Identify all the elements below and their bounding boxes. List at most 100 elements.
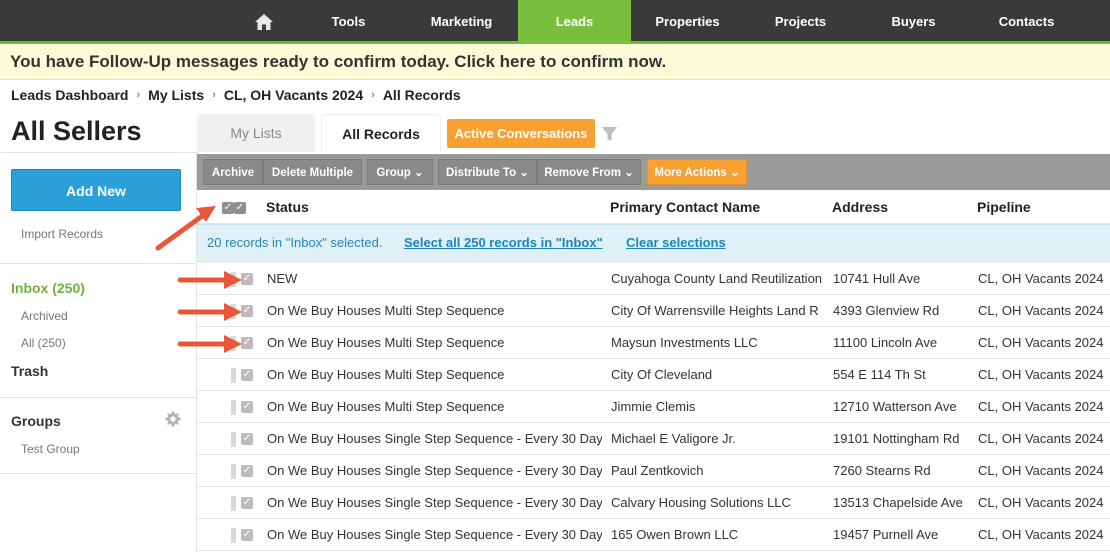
- clear-selections-link[interactable]: Clear selections: [626, 225, 726, 261]
- nav-buyers[interactable]: Buyers: [857, 0, 970, 44]
- nav-contacts[interactable]: Contacts: [970, 0, 1083, 44]
- sidebar-divider: [0, 263, 196, 264]
- cell-status: NEW: [267, 271, 298, 286]
- cell-pipeline: CL, OH Vacants 2024: [978, 335, 1104, 350]
- table-row[interactable]: ✓ NEW Cuyahoga County Land Reutilization 10…: [197, 263, 1110, 295]
- archive-button[interactable]: Archive: [203, 159, 263, 185]
- cell-status: On We Buy Houses Single Step Sequence - …: [267, 463, 602, 478]
- drag-handle[interactable]: [231, 272, 236, 287]
- cell-status: On We Buy Houses Multi Step Sequence: [267, 399, 505, 414]
- remove-from-label: Remove From: [544, 167, 621, 179]
- row-checkbox[interactable]: ✓: [241, 401, 253, 413]
- select-all-checkbox[interactable]: ✓: [222, 202, 234, 214]
- table-row[interactable]: ✓ On We Buy Houses Multi Step Sequence Cit…: [197, 295, 1110, 327]
- table-row[interactable]: ✓ On We Buy Houses Single Step Sequence -…: [197, 423, 1110, 455]
- row-checkbox[interactable]: ✓: [241, 529, 253, 541]
- chevron-down-icon: ⌄: [729, 167, 740, 179]
- breadcrumb: Leads Dashboard › My Lists › CL, OH Vaca…: [11, 86, 461, 104]
- distribute-to-label: Distribute To: [446, 167, 517, 179]
- cell-contact: 165 Owen Brown LLC: [611, 527, 739, 542]
- table-row[interactable]: ✓ On We Buy Houses Single Step Sequence -…: [197, 455, 1110, 487]
- row-checkbox[interactable]: ✓: [241, 433, 253, 445]
- drag-handle[interactable]: [231, 464, 236, 479]
- tab-all-records[interactable]: All Records: [321, 114, 441, 152]
- drag-handle[interactable]: [231, 304, 236, 319]
- row-checkbox[interactable]: ✓: [241, 337, 253, 349]
- sidebar-groups-heading: Groups: [11, 413, 61, 429]
- gear-icon[interactable]: [165, 411, 181, 427]
- cell-contact: Jimmie Clemis: [611, 399, 696, 414]
- sidebar-item-test-group[interactable]: Test Group: [21, 442, 80, 456]
- column-header-contact[interactable]: Primary Contact Name: [610, 199, 760, 215]
- nav-projects[interactable]: Projects: [744, 0, 857, 44]
- import-records-link[interactable]: Import Records: [21, 227, 103, 241]
- sidebar-item-archived[interactable]: Archived: [21, 309, 68, 323]
- table-row[interactable]: ✓ On We Buy Houses Multi Step Sequence Jim…: [197, 391, 1110, 423]
- table-row[interactable]: ✓ On We Buy Houses Single Step Sequence -…: [197, 519, 1110, 551]
- sidebar-divider: [0, 473, 196, 474]
- cell-contact: City Of Warrensville Heights Land R: [611, 303, 819, 318]
- drag-handle[interactable]: [231, 432, 236, 447]
- drag-handle[interactable]: [231, 528, 236, 543]
- cell-contact: City Of Cleveland: [611, 367, 713, 382]
- cell-pipeline: CL, OH Vacants 2024: [978, 527, 1104, 542]
- nav-properties[interactable]: Properties: [631, 0, 744, 44]
- sidebar-item-trash[interactable]: Trash: [11, 363, 48, 379]
- more-actions-dropdown[interactable]: More Actions ⌄: [647, 159, 747, 185]
- row-checkbox[interactable]: ✓: [241, 305, 253, 317]
- cell-pipeline: CL, OH Vacants 2024: [978, 463, 1104, 478]
- filter-icon[interactable]: [601, 126, 618, 142]
- table-row[interactable]: ✓ On We Buy Houses Multi Step Sequence May…: [197, 327, 1110, 359]
- remove-from-dropdown[interactable]: Remove From ⌄: [537, 159, 641, 185]
- cell-address: 13513 Chapelside Ave: [833, 495, 963, 510]
- column-header-pipeline[interactable]: Pipeline: [977, 199, 1031, 215]
- row-checkbox[interactable]: ✓: [241, 369, 253, 381]
- cell-status: On We Buy Houses Single Step Sequence - …: [267, 495, 602, 510]
- selection-bar: 20 records in "Inbox" selected. Select a…: [197, 224, 1110, 262]
- chevron-down-icon: ⌄: [414, 167, 424, 179]
- chevron-down-icon: ⌄: [624, 167, 634, 179]
- sidebar-item-all[interactable]: All (250): [21, 336, 66, 350]
- breadcrumb-list-name[interactable]: CL, OH Vacants 2024: [224, 87, 363, 103]
- cell-pipeline: CL, OH Vacants 2024: [978, 431, 1104, 446]
- nav-leads[interactable]: Leads: [518, 0, 631, 44]
- select-all-dropdown[interactable]: ✓: [234, 202, 246, 214]
- nav-tools[interactable]: Tools: [292, 0, 405, 44]
- active-conversations-button[interactable]: Active Conversations: [447, 119, 595, 148]
- distribute-to-dropdown[interactable]: Distribute To ⌄: [438, 159, 537, 185]
- delete-multiple-button[interactable]: Delete Multiple: [263, 159, 362, 185]
- row-checkbox[interactable]: ✓: [241, 465, 253, 477]
- home-icon[interactable]: [254, 13, 274, 31]
- breadcrumb-leads-dashboard[interactable]: Leads Dashboard: [11, 87, 128, 103]
- add-new-button[interactable]: Add New: [11, 169, 181, 211]
- bulk-actions-toolbar: Archive Delete Multiple Group ⌄ Distribu…: [197, 154, 1110, 190]
- row-checkbox[interactable]: ✓: [241, 497, 253, 509]
- drag-handle[interactable]: [231, 496, 236, 511]
- drag-handle[interactable]: [231, 368, 236, 383]
- cell-address: 19101 Nottingham Rd: [833, 431, 960, 446]
- breadcrumb-my-lists[interactable]: My Lists: [148, 87, 204, 103]
- table-row[interactable]: ✓ On We Buy Houses Single Step Sequence -…: [197, 487, 1110, 519]
- group-dropdown[interactable]: Group ⌄: [367, 159, 433, 185]
- cell-contact: Maysun Investments LLC: [611, 335, 758, 350]
- nav-marketing[interactable]: Marketing: [405, 0, 518, 44]
- cell-pipeline: CL, OH Vacants 2024: [978, 303, 1104, 318]
- cell-contact: Cuyahoga County Land Reutilization: [611, 271, 823, 286]
- cell-status: On We Buy Houses Multi Step Sequence: [267, 303, 505, 318]
- cell-address: 554 E 114 Th St: [833, 367, 926, 382]
- sidebar-item-inbox[interactable]: Inbox (250): [11, 280, 85, 296]
- cell-address: 12710 Watterson Ave: [833, 399, 957, 414]
- drag-handle[interactable]: [231, 400, 236, 415]
- cell-status: On We Buy Houses Single Step Sequence - …: [267, 431, 602, 446]
- table-row[interactable]: ✓ On We Buy Houses Multi Step Sequence Cit…: [197, 359, 1110, 391]
- select-all-records-link[interactable]: Select all 250 records in "Inbox": [404, 225, 603, 261]
- row-checkbox[interactable]: ✓: [241, 273, 253, 285]
- cell-pipeline: CL, OH Vacants 2024: [978, 271, 1104, 286]
- top-nav: Tools Marketing Leads Properties Project…: [0, 0, 1110, 44]
- follow-up-banner[interactable]: You have Follow-Up messages ready to con…: [0, 44, 1110, 80]
- drag-handle[interactable]: [231, 336, 236, 351]
- column-header-status[interactable]: Status: [266, 199, 309, 215]
- column-header-address[interactable]: Address: [832, 199, 888, 215]
- cell-contact: Paul Zentkovich: [611, 463, 704, 478]
- tab-my-lists[interactable]: My Lists: [197, 114, 315, 152]
